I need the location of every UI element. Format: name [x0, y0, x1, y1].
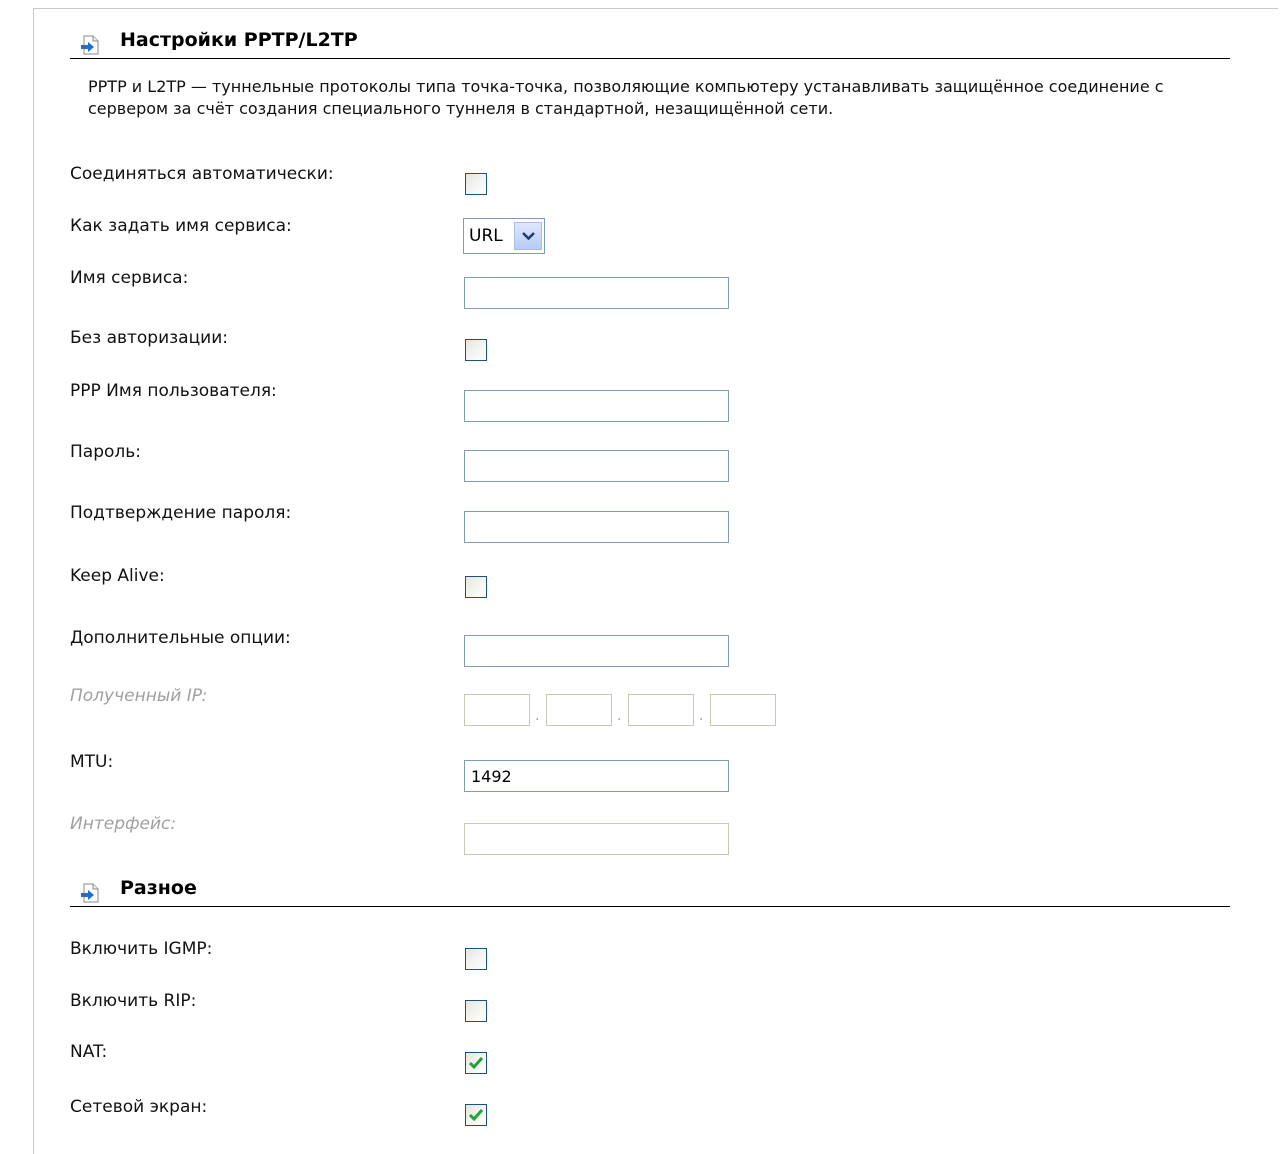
nat-checkbox[interactable]	[465, 1052, 487, 1074]
rip-checkbox[interactable]	[465, 1000, 487, 1022]
dropdown-button[interactable]	[514, 222, 542, 250]
ip-separator: .	[699, 708, 704, 724]
password-confirm-label: Подтверждение пароля:	[70, 503, 292, 523]
password-label: Пароль:	[70, 442, 142, 462]
extra-options-label: Дополнительные опции:	[70, 628, 291, 648]
service-name-mode-select[interactable]: URL	[463, 218, 545, 254]
firewall-checkbox[interactable]	[465, 1104, 487, 1126]
mtu-input[interactable]	[464, 760, 729, 792]
section-description: PPTP и L2TP — туннельные протоколы типа …	[88, 77, 1164, 118]
password-input[interactable]	[464, 450, 729, 482]
arrow-page-icon	[81, 883, 99, 903]
arrow-page-icon	[81, 35, 99, 55]
checkmark-icon	[468, 1109, 484, 1122]
service-name-mode-value: URL	[469, 226, 503, 246]
received-ip-label: Полученный IP:	[70, 686, 208, 706]
interface-input	[464, 823, 729, 855]
auto-connect-checkbox[interactable]	[465, 173, 487, 195]
received-ip-octet-1	[464, 694, 530, 726]
received-ip-octet-2	[546, 694, 612, 726]
section-header-misc: Разное	[70, 876, 1230, 907]
keep-alive-label: Keep Alive:	[70, 566, 165, 586]
chevron-down-icon	[522, 232, 535, 241]
ppp-username-input[interactable]	[464, 390, 729, 422]
section-header-pptp: Настройки PPTP/L2TP	[70, 28, 1230, 59]
nat-label: NAT:	[70, 1042, 108, 1062]
ppp-username-label: PPP Имя пользователя:	[70, 381, 277, 401]
extra-options-input[interactable]	[464, 635, 729, 667]
received-ip-octet-4	[710, 694, 776, 726]
ip-separator: .	[535, 708, 540, 724]
igmp-checkbox[interactable]	[465, 948, 487, 970]
service-name-label: Имя сервиса:	[70, 268, 189, 288]
no-auth-label: Без авторизации:	[70, 328, 228, 348]
checkmark-icon	[468, 1057, 484, 1070]
firewall-label: Сетевой экран:	[70, 1097, 208, 1117]
mtu-label: MTU:	[70, 752, 114, 772]
igmp-label: Включить IGMP:	[70, 939, 213, 959]
service-name-mode-label: Как задать имя сервиса:	[70, 216, 292, 236]
ip-separator: .	[617, 708, 622, 724]
keep-alive-checkbox[interactable]	[465, 576, 487, 598]
auto-connect-label: Соединяться автоматически:	[70, 164, 334, 184]
rip-label: Включить RIP:	[70, 991, 197, 1011]
password-confirm-input[interactable]	[464, 511, 729, 543]
received-ip-octet-3	[628, 694, 694, 726]
interface-label: Интерфейс:	[70, 814, 177, 834]
no-auth-checkbox[interactable]	[465, 339, 487, 361]
service-name-input[interactable]	[464, 277, 729, 309]
section-title: Настройки PPTP/L2TP	[120, 29, 358, 51]
section-title: Разное	[120, 877, 197, 899]
